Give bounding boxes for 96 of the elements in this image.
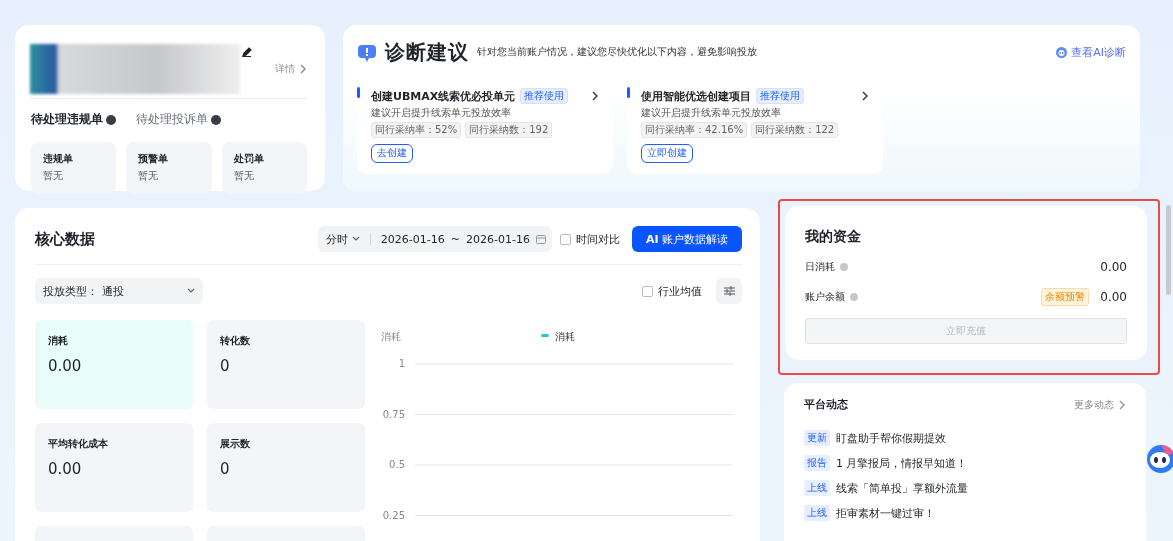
suggestion-title: 使用智能优选创建项目 [641,88,751,104]
order-tile[interactable]: 违规单 暂无 [31,142,117,194]
delivery-type-select[interactable]: 投放类型： 通投 [35,278,203,304]
metric-value: 0.00 [48,357,83,375]
news-link[interactable]: 1 月擎报局，情报早知道！ [836,455,968,471]
tag: 推荐使用 [520,88,569,104]
axis-tick: 1 [398,358,405,369]
chevron-right-icon [1118,400,1126,410]
warning-tag: 余额预警 [1041,288,1090,306]
metric-label: 转化数 [220,334,251,348]
help-icon [840,263,848,271]
metric-card[interactable]: 消耗 0.00 [35,320,193,409]
tab[interactable]: 待处理违规单 [31,111,116,128]
tile-title: 违规单 [43,152,74,166]
news-tag: 上线 [804,505,830,521]
chevron-right-icon [299,63,307,74]
mascot-icon[interactable] [1145,443,1173,475]
detail-link[interactable]: 详情 [275,61,307,76]
chart-legend: 消耗 [541,331,575,342]
more-link[interactable]: 更多动态 [1074,398,1126,412]
news-tag: 报告 [804,455,830,471]
axis-tick: 0.75 [382,408,405,420]
fund-label: 账户余额 [805,290,845,304]
help-icon [211,114,221,125]
checkbox-label: 时间对比 [575,231,620,247]
calendar-icon [535,234,546,244]
order-tile[interactable]: 处罚单 暂无 [221,142,307,194]
legend-label: 消耗 [555,331,575,342]
settings-button[interactable] [716,278,742,304]
help-icon [850,293,858,301]
metric-value: 0 [220,460,231,478]
metric-label: 展示数 [220,437,251,451]
tile-title: 处罚单 [233,152,265,166]
stat-chip: 同行采纳数：192 [465,122,553,138]
tile-value: 暂无 [43,169,64,183]
metric-card[interactable]: 展示数 0 [207,423,365,512]
select-label: 投放类型： [43,283,98,299]
date-range-picker[interactable]: 分时 2026-01-16 ~ 2026-01-16 [317,226,552,252]
metric-label: 消耗 [48,334,69,348]
news-link[interactable]: 盯盘助手帮你假期提效 [836,430,946,446]
sliders-icon [723,286,735,296]
stat-chip: 同行采纳数：122 [751,122,839,138]
chevron-right-icon [861,91,869,101]
axis-tick: 0.25 [382,509,405,521]
stat-chip: 同行采纳率：52% [371,122,462,138]
order-tile[interactable]: 预警单 暂无 [126,142,212,194]
pen-icon[interactable] [242,47,252,57]
tile-value: 暂无 [138,169,160,183]
chevron-down-icon [187,288,195,294]
metric-card[interactable]: 转化数 0 [207,320,365,409]
section-title: 我的资金 [805,228,862,246]
chevron-down-icon [351,236,360,242]
tile-value: 暂无 [233,169,255,183]
granularity-select[interactable]: 分时 [325,231,348,247]
chat-alert-icon [357,42,377,63]
fund-label: 日消耗 [805,260,835,274]
section-subtitle: 针对您当前账户情况，建议您尽快优化以下内容，避免影响投放 [477,46,757,59]
metric-card[interactable]: 平均转化成本 0.00 [35,423,193,512]
marker-bar [627,87,630,98]
checkbox[interactable] [642,285,653,297]
select-value: 通投 [102,283,124,299]
fund-value: 0.00 [1100,290,1127,304]
scrollbar-thumb[interactable] [1166,205,1171,295]
metric-value: 0.00 [48,460,83,478]
tile-title: 预警单 [138,152,170,166]
start-date[interactable]: 2026-01-16 [380,232,445,246]
robot-icon [1056,47,1068,58]
metric-label: 平均转化成本 [48,437,109,451]
news-link[interactable]: 线索「简单投」享额外流量 [836,480,968,496]
section-title: 平台动态 [804,398,848,412]
news-tag: 更新 [804,430,830,446]
date-separator: ~ [450,232,460,246]
fund-value: 0.00 [1100,260,1127,274]
section-title: 诊断建议 [385,39,469,66]
tag: 推荐使用 [756,88,804,104]
ai-diagnosis-link[interactable]: 查看AI诊断 [1056,45,1126,60]
create-button[interactable]: 去创建 [371,144,413,163]
suggestion-description: 建议开启提升线索单元投放效率 [641,106,782,120]
checkbox-label: 行业均值 [658,283,702,299]
ai-analysis-button[interactable]: AI 账户数据解读 [631,226,742,252]
stat-chip: 同行采纳率：42.16% [641,122,748,138]
checkbox[interactable] [559,233,571,245]
news-tag: 上线 [804,480,830,496]
suggestion-description: 建议开启提升线索单元投放效率 [371,106,512,120]
marker-bar [357,87,360,98]
suggestion-title: 创建UBMAX线索优必投单元 [371,88,516,104]
metric-value: 0 [220,357,231,375]
help-icon [106,114,116,125]
axis-title: 消耗 [381,331,401,342]
section-title: 核心数据 [35,229,95,249]
tab[interactable]: 待处理投诉单 [136,111,221,128]
chevron-right-icon [591,91,599,101]
create-button[interactable]: 立即创建 [641,144,693,163]
end-date[interactable]: 2026-01-16 [465,232,530,246]
news-link[interactable]: 拒审素材一键过审！ [836,505,935,521]
axis-tick: 0.5 [389,459,405,470]
